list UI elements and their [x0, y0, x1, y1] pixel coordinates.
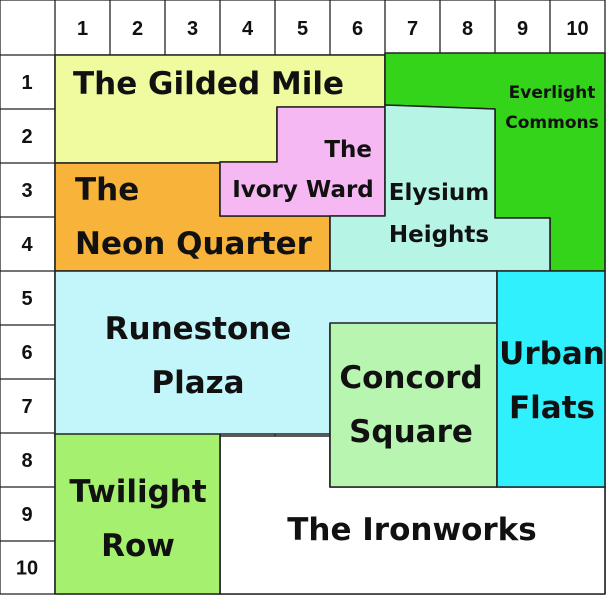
region-label-ironworks: The Ironworks	[287, 512, 537, 548]
region-urban-flats[interactable]	[496, 270, 606, 488]
region-twilight-row[interactable]	[54, 433, 221, 595]
row-header: 1	[21, 72, 32, 94]
row-header: 6	[21, 342, 32, 364]
column-header: 6	[352, 18, 363, 40]
region-label-concord: Concord	[339, 360, 482, 396]
column-header: 2	[132, 18, 143, 40]
region-label-everlight: Everlight	[509, 83, 596, 103]
region-label-gilded-mile: The Gilded Mile	[73, 66, 344, 102]
region-concord[interactable]	[329, 322, 498, 488]
region-label-runestone: Runestone	[105, 311, 292, 347]
district-map: 1 2 3 4 5 6 7 8 9 10 1 2 3 4 5 6 7 8 9 10 The Gilded Mile Ev…	[0, 0, 606, 595]
column-header: 5	[297, 18, 308, 40]
column-header: 7	[407, 18, 418, 40]
region-label-elysium: Elysium	[389, 180, 490, 206]
region-label-urban-flats: Urban	[499, 336, 605, 372]
column-header: 4	[242, 18, 254, 40]
region-label-ivory-ward: The	[324, 137, 372, 163]
region-label-everlight: Commons	[505, 113, 598, 133]
region-label-urban-flats: Flats	[509, 390, 595, 426]
column-header: 1	[77, 18, 88, 40]
row-header: 9	[21, 504, 32, 526]
row-header: 5	[21, 288, 32, 310]
region-label-runestone: Plaza	[151, 365, 244, 401]
region-label-ivory-ward: Ivory Ward	[232, 177, 374, 203]
row-header: 8	[21, 450, 32, 472]
row-header: 10	[16, 558, 38, 580]
column-header: 10	[566, 18, 588, 40]
region-label-twilight-row: Twilight	[69, 474, 207, 510]
column-header: 3	[187, 18, 198, 40]
region-label-neon-quarter: The	[75, 172, 139, 208]
column-header: 9	[517, 18, 528, 40]
row-header: 4	[21, 234, 33, 256]
region-label-twilight-row: Row	[101, 528, 175, 564]
row-header: 3	[21, 180, 32, 202]
column-header: 8	[462, 18, 473, 40]
region-label-concord: Square	[349, 414, 473, 450]
row-header: 7	[21, 396, 32, 418]
row-header: 2	[21, 126, 32, 148]
region-label-elysium: Heights	[389, 222, 489, 248]
region-label-neon-quarter: Neon Quarter	[75, 226, 313, 262]
